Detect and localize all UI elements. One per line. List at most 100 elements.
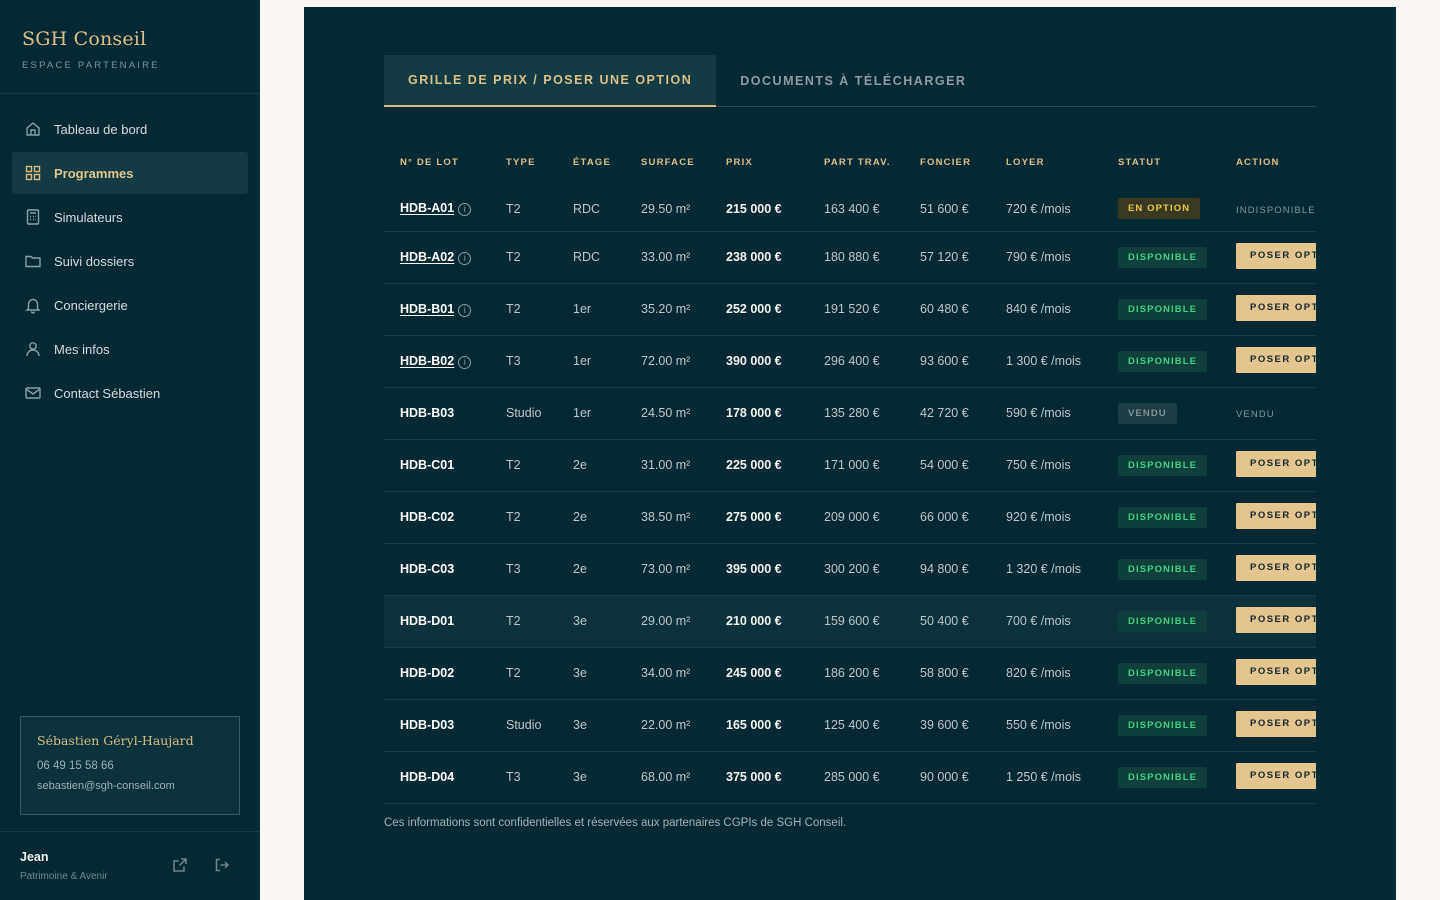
lot-id: HDB-D01 [400,614,455,628]
part-trav-cell: 296 400 € [808,335,904,388]
price-cell: 238 000 € [710,231,808,284]
poser-option-button[interactable]: POSER OPTION [1236,502,1316,529]
rent-cell: 1 320 € /mois [990,543,1102,596]
sidebar-item-tableau-de-bord[interactable]: Tableau de bord [12,108,248,150]
rent-cell: 920 € /mois [990,491,1102,544]
column-header[interactable]: SURFACE [625,137,710,187]
column-header[interactable]: PART TRAV. [808,137,904,187]
status-badge: DISPONIBLE [1118,454,1208,476]
poser-option-button[interactable]: POSER OPTION [1236,762,1316,789]
price-cell: 275 000 € [710,491,808,544]
price-cell: 178 000 € [710,387,808,440]
lot-id: HDB-D03 [400,718,455,732]
brand-name[interactable]: SGH Conseil [22,28,160,50]
rent-cell: 790 € /mois [990,231,1102,284]
poser-option-button[interactable]: POSER OPTION [1236,658,1316,685]
part-trav-cell: 285 000 € [808,751,904,804]
rent-cell: 1 250 € /mois [990,751,1102,804]
part-trav-cell: 159 600 € [808,595,904,648]
rent-cell: 550 € /mois [990,699,1102,752]
rent-cell: 840 € /mois [990,283,1102,336]
info-icon[interactable]: i [458,251,472,265]
surface-cell: 68.00 m² [625,751,710,804]
table-row: HDB-B01 i T2 1er 35.20 m² 252 000 €191 520 €6… [384,283,1316,336]
info-icon[interactable]: i [458,303,472,317]
sidebar-item-label: Conciergerie [54,297,128,313]
column-header[interactable]: N° DE LOT [384,137,490,187]
status-badge: EN OPTION [1118,198,1201,220]
tab-documents[interactable]: DOCUMENTS À TÉLÉCHARGER [716,55,990,107]
status-badge: DISPONIBLE [1118,714,1208,736]
column-header[interactable]: STATUT [1102,137,1220,187]
sidebar-item-label: Simulateurs [54,209,123,225]
lot-cell: HDB-D03 [384,699,490,752]
contact-phone[interactable]: 06 49 15 58 66 [37,760,223,772]
foncier-cell: 94 800 € [904,543,990,596]
poser-option-button[interactable]: POSER OPTION [1236,346,1316,373]
sidebar-item-programmes[interactable]: Programmes [12,152,248,194]
floor-cell: 3e [557,699,625,752]
column-header[interactable]: PRIX [710,137,808,187]
price-cell: 245 000 € [710,647,808,700]
action-cell: POSER OPTION [1220,751,1316,804]
column-header[interactable]: FONCIER [904,137,990,187]
sidebar-item-conciergerie[interactable]: Conciergerie [12,284,248,326]
column-header[interactable]: TYPE [490,137,557,187]
lot-id[interactable]: HDB-B01 [400,302,454,316]
surface-cell: 24.50 m² [625,387,710,440]
lot-cell: HDB-B01 i [384,283,490,336]
surface-cell: 73.00 m² [625,543,710,596]
table-header-row: N° DE LOT TYPE ÉTAGE SURFACE PRIX PART T… [384,137,1316,187]
type-cell: T2 [490,439,557,492]
external-link-icon[interactable] [172,857,188,873]
sidebar-item-simulateurs[interactable]: Simulateurs [12,196,248,238]
column-header[interactable]: ÉTAGE [557,137,625,187]
column-header[interactable]: ACTION [1220,137,1316,187]
info-icon[interactable]: i [458,355,472,369]
part-trav-cell: 186 200 € [808,647,904,700]
type-cell: T3 [490,335,557,388]
sidebar-item-contact-sebastien[interactable]: Contact Sébastien [12,372,248,414]
action-cell: POSER OPTION [1220,231,1316,284]
info-icon[interactable]: i [458,203,472,217]
sidebar-item-suivi-dossiers[interactable]: Suivi dossiers [12,240,248,282]
sidebar-item-label: Mes infos [54,341,110,357]
part-trav-cell: 171 000 € [808,439,904,492]
contact-email[interactable]: sebastien@sgh-conseil.com [37,780,223,792]
status-badge: DISPONIBLE [1118,350,1208,372]
contact-card: Sébastien Géryl-Haujard 06 49 15 58 66 s… [20,716,240,815]
action-cell: INDISPONIBLE [1220,187,1316,232]
rent-cell: 590 € /mois [990,387,1102,440]
part-trav-cell: 191 520 € [808,283,904,336]
tab-grille-de-prix[interactable]: GRILLE DE PRIX / POSER UNE OPTION [384,55,717,107]
bell-icon [25,298,41,314]
folder-icon [25,255,41,268]
lot-id[interactable]: HDB-A02 [400,250,454,264]
floor-cell: 3e [557,647,625,700]
poser-option-button[interactable]: POSER OPTION [1236,294,1316,321]
floor-cell: 2e [557,491,625,544]
surface-cell: 35.20 m² [625,283,710,336]
lot-id[interactable]: HDB-A01 [400,201,454,215]
poser-option-button[interactable]: POSER OPTION [1236,242,1316,269]
mail-icon [25,387,41,399]
floor-cell: RDC [557,231,625,284]
logout-icon[interactable] [214,857,230,873]
contact-name: Sébastien Géryl-Haujard [37,733,194,748]
lot-cell: HDB-C03 [384,543,490,596]
brand-subtitle: ESPACE PARTENAIRE [22,60,160,71]
lot-cell: HDB-C02 [384,491,490,544]
action-cell: POSER OPTION [1220,335,1316,388]
poser-option-button[interactable]: POSER OPTION [1236,710,1316,737]
poser-option-button[interactable]: POSER OPTION [1236,606,1316,633]
action-cell: POSER OPTION [1220,439,1316,492]
poser-option-button[interactable]: POSER OPTION [1236,554,1316,581]
price-cell: 215 000 € [710,187,808,232]
poser-option-button[interactable]: POSER OPTION [1236,450,1316,477]
table-row: HDB-D02 T2 3e 34.00 m² 245 000 €186 200 €58 … [384,647,1316,700]
column-header[interactable]: LOYER [990,137,1102,187]
status-badge: DISPONIBLE [1118,558,1208,580]
lot-id[interactable]: HDB-B02 [400,354,454,368]
sidebar-item-mes-infos[interactable]: Mes infos [12,328,248,370]
sidebar-item-label: Tableau de bord [54,121,148,137]
